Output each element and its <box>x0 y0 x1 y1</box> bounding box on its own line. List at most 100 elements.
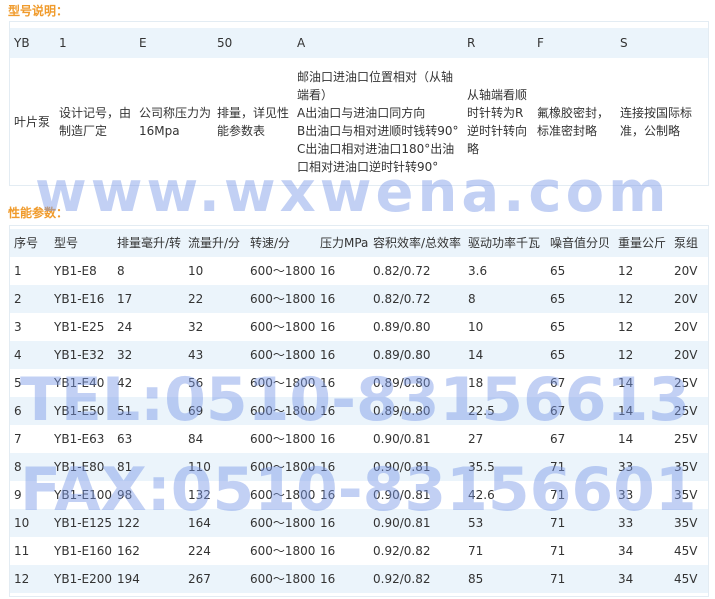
table-cell: 98 <box>117 488 133 502</box>
performance-section-title: 性能参数： <box>8 206 69 220</box>
table-cell: 67 <box>550 404 566 418</box>
table-cell: 600～1800 <box>250 348 316 362</box>
table-cell: YB1-E50 <box>54 404 105 418</box>
table-row: 5 YB1-E40 42 56 600～1800 16 0.89/0.80 18 67 14 25V <box>10 369 708 397</box>
table-cell: 10 <box>188 264 204 278</box>
table-cell: 16 <box>320 432 336 446</box>
table-cell: 11 <box>14 544 30 558</box>
column-header: 容积效率/总效率 <box>373 236 462 250</box>
table-cell: 600～1800 <box>250 292 316 306</box>
table-cell: 17 <box>117 292 133 306</box>
table-cell: 16 <box>320 264 336 278</box>
meaning-text: 邮油口进油口位置相对（从轴端看） A出油口与进油口同方向 B出油口与相对进顺时钱… <box>297 69 459 174</box>
table-cell: 162 <box>117 544 140 558</box>
column-header: 噪音值分贝 <box>550 236 611 250</box>
table-cell: YB1-E16 <box>54 292 105 306</box>
table-cell: YB1-E25 <box>54 320 105 334</box>
table-cell: 71 <box>550 572 566 586</box>
table-cell: YB1-E100 <box>54 488 113 502</box>
table-row: 12 YB1-E200 194 267 600～1800 16 0.92/0.82 85 71 3… <box>10 565 708 593</box>
table-cell: 0.82/0.72 <box>373 264 431 278</box>
table-cell: 81 <box>117 460 133 474</box>
table-cell: 45V <box>674 544 698 558</box>
model-code-cell: 1 <box>59 36 67 50</box>
table-cell: 16 <box>320 404 336 418</box>
meaning-text: 排量，详见性能参数表 <box>217 105 290 138</box>
model-description-table: YB 1 E 50 A R F S 叶片泵 设计记号，由制造厂定 公司称压力为1… <box>9 21 709 186</box>
table-cell: 20V <box>674 348 698 362</box>
table-cell: 43 <box>188 348 204 362</box>
table-cell: 42 <box>117 376 133 390</box>
table-row: 8 YB1-E80 81 110 600～1800 16 0.90/0.81 35.5 71 33… <box>10 453 708 481</box>
table-cell: 16 <box>320 460 336 474</box>
table-cell: 122 <box>117 516 140 530</box>
table-cell: 0.90/0.81 <box>373 460 431 474</box>
table-cell: 7 <box>14 432 22 446</box>
table-cell: 12 <box>14 572 30 586</box>
model-meaning-cell: 排量，详见性能参数表 <box>213 58 293 185</box>
table-cell: 0.89/0.80 <box>373 348 431 362</box>
meaning-text: 从轴端看顺时针转为R逆时针转向略 <box>467 87 528 156</box>
model-code-cell: E <box>139 36 147 50</box>
column-header: 型号 <box>54 236 79 250</box>
table-row: 3 YB1-E25 24 32 600～1800 16 0.89/0.80 10 65 12 20V <box>10 313 708 341</box>
table-cell: 67 <box>550 376 566 390</box>
meaning-text: 连接按国际标准，公制略 <box>620 105 693 138</box>
table-cell: YB1-E32 <box>54 348 105 362</box>
table-cell: 267 <box>188 572 211 586</box>
model-code-cell: R <box>467 36 476 50</box>
table-cell: 24 <box>117 320 133 334</box>
table-cell: 33 <box>618 460 634 474</box>
table-cell: 12 <box>618 292 634 306</box>
table-cell: 12 <box>618 264 634 278</box>
table-cell: 25V <box>674 404 698 418</box>
model-meaning-row: 叶片泵 设计记号，由制造厂定 公司称压力为16Mpa 排量，详见性能参数表 邮油… <box>10 58 708 185</box>
model-meaning-cell: 公司称压力为16Mpa <box>135 58 213 185</box>
table-cell: YB1-E63 <box>54 432 105 446</box>
model-meaning-cell: 从轴端看顺时针转为R逆时针转向略 <box>463 58 533 185</box>
model-code-cell: S <box>620 36 628 50</box>
table-cell: 34 <box>618 572 634 586</box>
table-cell: 27 <box>468 432 484 446</box>
table-row: 7 YB1-E63 63 84 600～1800 16 0.90/0.81 27 67 14 25V <box>10 425 708 453</box>
table-cell: 65 <box>550 292 566 306</box>
table-cell: 16 <box>320 292 336 306</box>
table-cell: 0.92/0.82 <box>373 544 431 558</box>
table-row: 11 YB1-E160 162 224 600～1800 16 0.92/0.82 71 71 3… <box>10 537 708 565</box>
table-cell: YB1-E125 <box>54 516 113 530</box>
table-cell: 16 <box>320 572 336 586</box>
table-cell: 4 <box>14 348 22 362</box>
table-cell: 600～1800 <box>250 264 316 278</box>
table-cell: 65 <box>550 348 566 362</box>
table-cell: 16 <box>320 516 336 530</box>
table-row: 9 YB1-E100 98 132 600～1800 16 0.90/0.81 42.6 71 3… <box>10 481 708 509</box>
table-cell: 14 <box>468 348 484 362</box>
table-cell: 51 <box>117 404 133 418</box>
table-cell: 0.90/0.81 <box>373 432 431 446</box>
table-cell: 14 <box>618 404 634 418</box>
table-row: 4 YB1-E32 32 43 600～1800 16 0.89/0.80 14 65 12 20V <box>10 341 708 369</box>
table-cell: 10 <box>468 320 484 334</box>
table-cell: 20V <box>674 264 698 278</box>
table-row: 10 YB1-E125 122 164 600～1800 16 0.90/0.81 53 71 3… <box>10 509 708 537</box>
table-cell: 0.89/0.80 <box>373 320 431 334</box>
table-cell: 22.5 <box>468 404 495 418</box>
table-cell: 224 <box>188 544 211 558</box>
table-cell: 3 <box>14 320 22 334</box>
table-row: 1 YB1-E8 8 10 600～1800 16 0.82/0.72 3.6 65 12 20V <box>10 257 708 285</box>
model-meaning-cell: 邮油口进油口位置相对（从轴端看） A出油口与进油口同方向 B出油口与相对进顺时钱… <box>293 58 463 185</box>
table-cell: 35V <box>674 516 698 530</box>
table-cell: 6 <box>14 404 22 418</box>
table-cell: 35V <box>674 488 698 502</box>
table-cell: 600～1800 <box>250 516 316 530</box>
table-cell: 110 <box>188 460 211 474</box>
table-cell: 34 <box>618 544 634 558</box>
table-cell: 14 <box>618 376 634 390</box>
meaning-text: 公司称压力为16Mpa <box>139 105 212 138</box>
meaning-text: 叶片泵 <box>14 114 51 129</box>
table-cell: 600～1800 <box>250 376 316 390</box>
table-cell: 71 <box>550 544 566 558</box>
column-header: 驱动功率千瓦 <box>468 236 541 250</box>
table-cell: 0.90/0.81 <box>373 516 431 530</box>
table-cell: 12 <box>618 320 634 334</box>
